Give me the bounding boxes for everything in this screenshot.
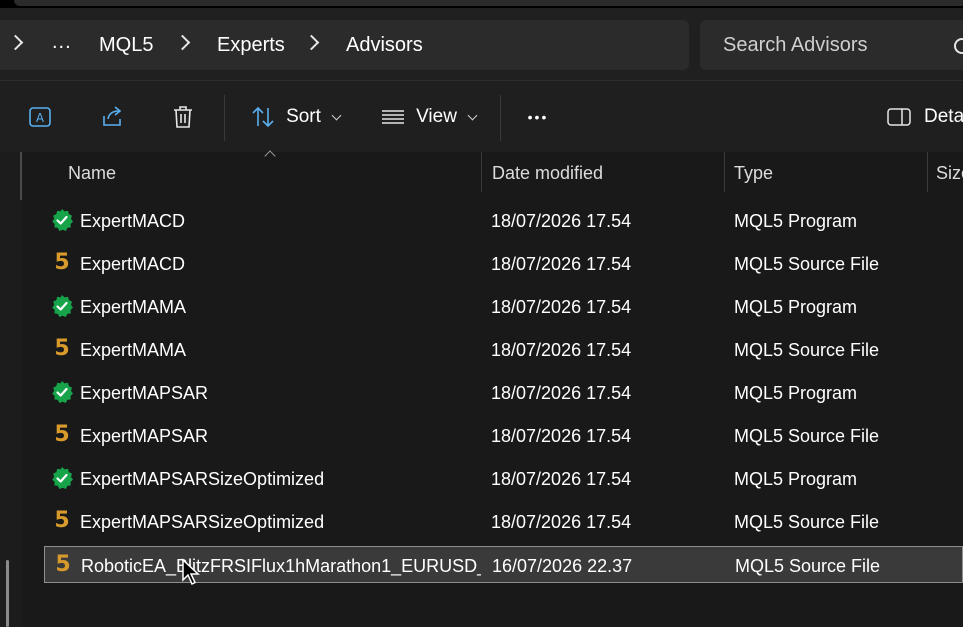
column-header-row: Name Date modified Type Size — [22, 150, 963, 192]
file-date-modified: 18/07/2026 17.54 — [491, 426, 632, 446]
file-date-modified: 18/07/2026 17.54 — [491, 211, 632, 231]
file-date-modified: 18/07/2026 17.54 — [491, 512, 632, 532]
view-list-icon — [382, 110, 405, 124]
share-icon — [103, 106, 122, 126]
file-name: RoboticEA_BlitzFRSIFlux1hMarathon1_EURUS… — [81, 556, 481, 576]
file-name: ExpertMAPSAR — [80, 426, 209, 446]
sort-label: Sort — [286, 106, 321, 127]
mql5-source-icon: 5 — [54, 250, 70, 275]
mql5-program-icon — [52, 467, 73, 489]
sort-button[interactable]: Sort — [245, 93, 345, 141]
file-row[interactable]: 5 ExpertMACD 18/07/2026 17.54 MQL5 Source F… — [44, 245, 963, 282]
column-header-name[interactable]: Name — [68, 152, 116, 192]
file-type: MQL5 Source File — [735, 556, 881, 576]
file-name: ExpertMAPSARSizeOptimized — [80, 512, 325, 532]
file-type: MQL5 Program — [734, 211, 858, 231]
view-button[interactable]: View — [378, 93, 478, 141]
chevron-down-icon — [331, 110, 342, 120]
breadcrumb-item-experts[interactable]: Experts — [217, 20, 285, 70]
chevron-right-icon[interactable] — [303, 34, 320, 51]
file-type: MQL5 Source File — [734, 254, 880, 274]
column-header-date[interactable]: Date modified — [492, 152, 603, 192]
file-name: ExpertMACD — [80, 211, 186, 231]
search-icon — [954, 38, 963, 54]
file-type: MQL5 Program — [734, 383, 858, 403]
file-row[interactable]: 5 ExpertMAPSARSizeOptimized 18/07/2026 17.… — [44, 503, 963, 540]
file-name: ExpertMAMA — [80, 297, 187, 317]
column-resize-handle[interactable] — [481, 152, 482, 192]
file-date-modified: 18/07/2026 17.54 — [491, 340, 632, 360]
file-date-modified: 18/07/2026 17.54 — [491, 383, 632, 403]
file-list: Name Date modified Type Size ExpertMACD 1… — [22, 150, 963, 627]
file-row[interactable]: ExpertMAPSAR 18/07/2026 17.54 MQL5 Program — [44, 374, 963, 411]
breadcrumb-overflow-button[interactable]: ... — [52, 20, 72, 70]
file-date-modified: 18/07/2026 17.54 — [491, 297, 632, 317]
mql5-source-icon: 5 — [54, 422, 70, 447]
file-type: MQL5 Source File — [734, 512, 880, 532]
rename-icon: A — [29, 107, 51, 127]
mql5-program-icon — [52, 209, 73, 231]
details-pane-button[interactable]: Deta — [886, 93, 963, 141]
file-type: MQL5 Program — [734, 297, 858, 317]
command-bar: A Sort View ••• Deta — [0, 80, 963, 154]
mql5-program-icon — [52, 381, 73, 403]
file-row[interactable]: ExpertMACD 18/07/2026 17.54 MQL5 Program — [44, 202, 963, 239]
address-bar-row: ... MQL5 Experts Advisors Search Advisor… — [0, 8, 963, 80]
details-pane-icon — [887, 108, 911, 126]
mql5-source-icon: 5 — [54, 508, 70, 533]
file-row[interactable]: 5 ExpertMAPSAR 18/07/2026 17.54 MQL5 Source… — [44, 417, 963, 454]
file-explorer-window: ... MQL5 Experts Advisors Search Advisor… — [0, 0, 963, 627]
delete-button[interactable] — [163, 93, 203, 141]
file-date-modified: 18/07/2026 17.54 — [491, 469, 632, 489]
title-bar-strip — [0, 0, 963, 8]
file-name: ExpertMAPSAR — [80, 383, 209, 403]
sort-icon — [252, 106, 274, 128]
chevron-right-icon[interactable] — [7, 34, 24, 51]
file-date-modified: 16/07/2026 22.37 — [492, 556, 633, 576]
toolbar-separator — [500, 95, 501, 141]
file-date-modified: 18/07/2026 17.54 — [491, 254, 632, 274]
view-label: View — [416, 106, 457, 127]
column-resize-handle[interactable] — [927, 152, 928, 192]
file-type: MQL5 Source File — [734, 426, 880, 446]
file-name: ExpertMAMA — [80, 340, 187, 360]
more-options-button[interactable]: ••• — [518, 93, 558, 141]
rename-button[interactable]: A — [20, 93, 60, 141]
file-name: ExpertMACD — [80, 254, 186, 274]
file-name: ExpertMAPSARSizeOptimized — [80, 469, 325, 489]
svg-text:A: A — [36, 111, 45, 125]
toolbar-separator — [224, 95, 225, 141]
breadcrumb-item-mql5[interactable]: MQL5 — [99, 20, 153, 70]
column-resize-handle[interactable] — [724, 152, 725, 192]
mql5-source-icon: 5 — [55, 552, 71, 577]
file-row[interactable]: ExpertMAPSARSizeOptimized 18/07/2026 17.5… — [44, 460, 963, 497]
mouse-cursor-icon — [182, 558, 200, 586]
nav-pane-scrollbar[interactable] — [6, 560, 9, 627]
file-type: MQL5 Source File — [734, 340, 880, 360]
trash-icon — [174, 106, 192, 128]
breadcrumb-item-advisors[interactable]: Advisors — [346, 20, 423, 70]
mql5-source-icon: 5 — [54, 336, 70, 361]
details-label: Deta — [924, 106, 963, 127]
file-row[interactable]: 5 ExpertMAMA 18/07/2026 17.54 MQL5 Source F… — [44, 331, 963, 368]
chevron-down-icon — [467, 110, 478, 120]
column-header-type[interactable]: Type — [734, 152, 773, 192]
navigation-pane[interactable] — [0, 152, 22, 627]
column-header-size[interactable]: Size — [936, 152, 963, 192]
file-type: MQL5 Program — [734, 469, 858, 489]
chevron-right-icon[interactable] — [174, 34, 191, 51]
sort-ascending-icon — [264, 150, 276, 162]
mql5-program-icon — [52, 295, 73, 317]
breadcrumb[interactable]: ... MQL5 Experts Advisors — [0, 20, 689, 70]
share-button[interactable] — [92, 93, 132, 141]
search-input[interactable]: Search Advisors — [700, 20, 963, 70]
file-row[interactable]: ExpertMAMA 18/07/2026 17.54 MQL5 Program — [44, 288, 963, 325]
search-placeholder: Search Advisors — [723, 34, 868, 56]
